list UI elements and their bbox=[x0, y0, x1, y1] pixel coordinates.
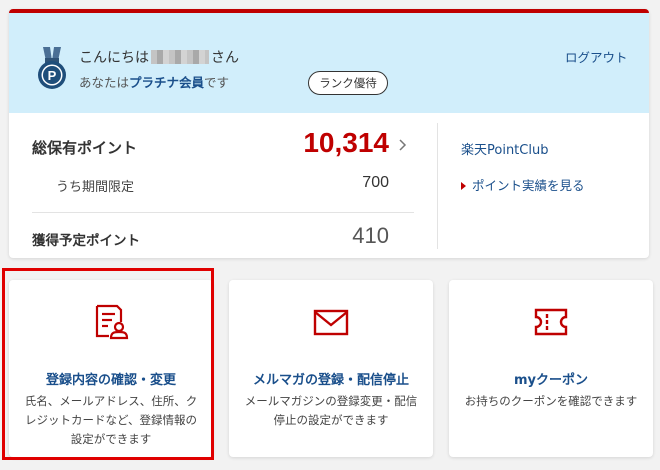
greeting-header: P こんにちは さん あなたはプラチナ会員です ランク優待 ログアウト bbox=[9, 13, 649, 113]
limited-points-label: うち期間限定 bbox=[56, 180, 135, 195]
tile-description: 氏名、メールアドレス、住所、クレジットカードなど、登録情報の設定ができます bbox=[24, 394, 198, 446]
tile-title: myクーポン bbox=[513, 373, 589, 388]
triangle-right-icon bbox=[461, 182, 466, 190]
rank-benefits-button[interactable]: ランク優待 bbox=[308, 71, 388, 95]
tile-my-coupons[interactable]: myクーポン お持ちのクーポンを確認できます bbox=[449, 280, 653, 457]
blurred-username bbox=[151, 50, 209, 64]
pending-points-value: 410 bbox=[352, 223, 389, 248]
tile-title: 登録内容の確認・変更 bbox=[45, 373, 176, 388]
platinum-medal-icon: P bbox=[38, 47, 66, 89]
greeting-text: こんにちは さん bbox=[79, 50, 239, 66]
tile-description: メールマガジンの登録変更・配信停止の設定ができます bbox=[244, 394, 418, 427]
pending-points-label: 獲得予定ポイント bbox=[32, 233, 140, 249]
divider bbox=[32, 212, 414, 213]
coupon-ticket-icon bbox=[534, 308, 568, 336]
tile-description: お持ちのクーポンを確認できます bbox=[464, 394, 638, 408]
limited-points-value: 700 bbox=[362, 174, 389, 191]
profile-document-icon bbox=[95, 304, 129, 340]
tile-title: メルマガの登録・配信停止 bbox=[252, 373, 409, 388]
tile-registration-settings[interactable]: 登録内容の確認・変更 氏名、メールアドレス、住所、クレジットカードなど、登録情報… bbox=[9, 280, 213, 457]
total-points-label: 総保有ポイント bbox=[32, 139, 138, 157]
badge-letter: P bbox=[48, 68, 57, 83]
chevron-right-icon[interactable] bbox=[397, 137, 409, 153]
member-rank: プラチナ会員 bbox=[129, 75, 205, 90]
account-summary-card: P こんにちは さん あなたはプラチナ会員です ランク優待 ログアウト 総保有ポイ… bbox=[9, 9, 649, 258]
point-club-link[interactable]: 楽天PointClub bbox=[461, 139, 548, 158]
tile-newsletter-settings[interactable]: メルマガの登録・配信停止 メールマガジンの登録変更・配信停止の設定ができます bbox=[229, 280, 433, 457]
logout-link[interactable]: ログアウト bbox=[565, 47, 628, 66]
member-rank-text: あなたはプラチナ会員です bbox=[79, 75, 230, 90]
vertical-divider bbox=[437, 123, 438, 249]
point-history-link[interactable]: ポイント実績を見る bbox=[461, 175, 585, 194]
total-points-value[interactable]: 10,314 bbox=[259, 127, 389, 159]
mail-icon bbox=[313, 309, 349, 336]
